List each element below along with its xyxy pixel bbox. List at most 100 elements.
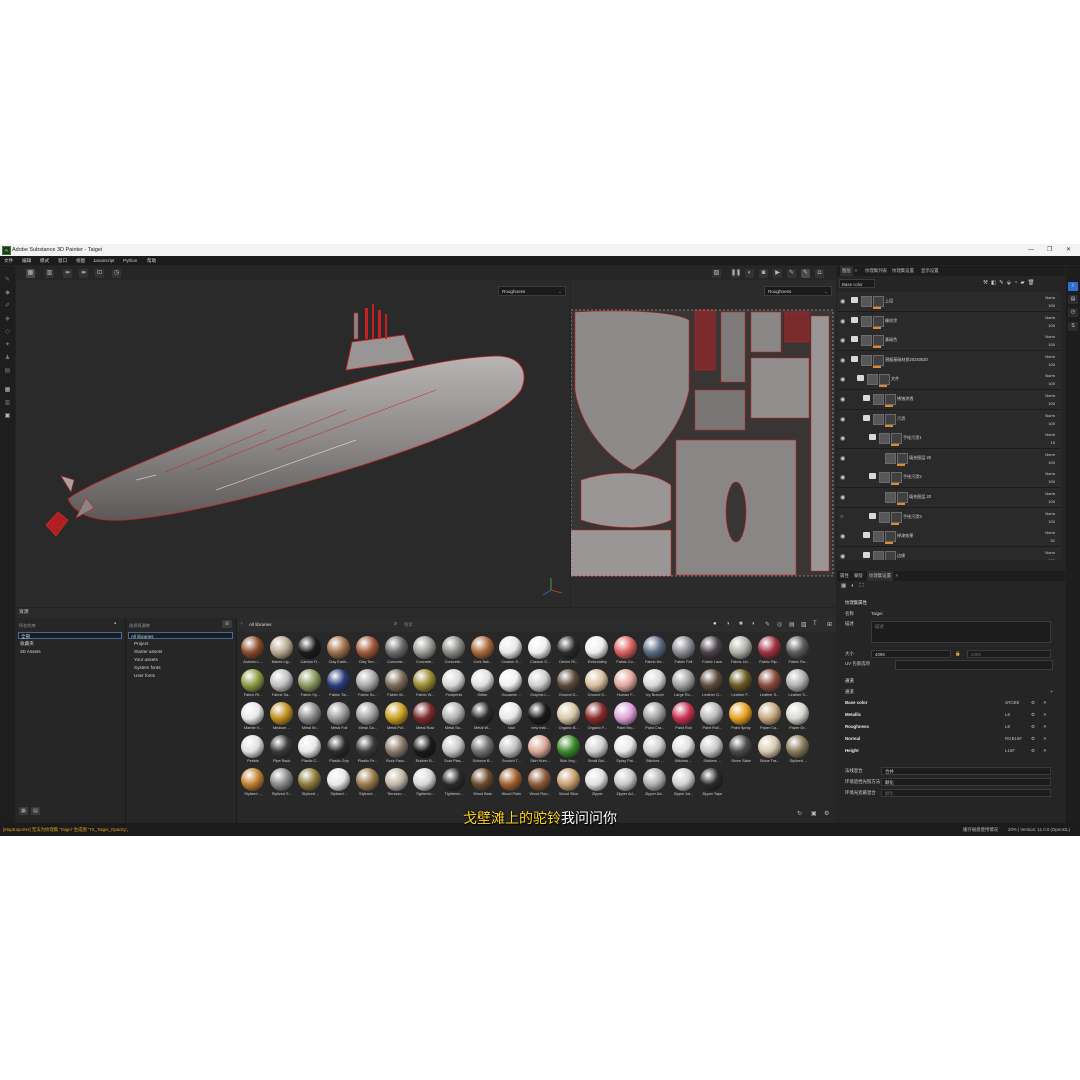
camera-icon[interactable]: ◙	[759, 269, 768, 278]
lock-icon[interactable]: 🔒	[955, 649, 960, 659]
material-tile[interactable]: Zipper Ad...	[670, 768, 698, 800]
bake-toggle-icon[interactable]: ▨	[712, 269, 721, 278]
menu-view[interactable]: 视图	[76, 256, 85, 265]
material-tile[interactable]: Paint Cra...	[641, 702, 669, 734]
material-tile[interactable]: Fabric Ro...	[784, 636, 812, 668]
tab-texture-set-settings-2[interactable]: 纹理集设置	[867, 571, 893, 581]
viewport-2d[interactable]: Roughness ⌄	[571, 280, 836, 607]
resize-icon[interactable]: ⛶	[860, 583, 869, 589]
material-tile[interactable]: Metal Foil	[325, 702, 353, 734]
symmetry-icon[interactable]: ⇹	[63, 269, 72, 278]
material-tile[interactable]: Stylized ...	[784, 735, 812, 767]
layer-row[interactable]: ◉ 掉漆效果 Norm 51	[837, 527, 1061, 548]
menu-javascript[interactable]: JavaScript	[93, 256, 114, 265]
layer-row[interactable]: ◉ 基础色 Norm 100	[837, 331, 1061, 352]
add-effect-icon[interactable]: ⚒	[983, 280, 991, 286]
texture-filter-icon[interactable]: ■	[739, 621, 743, 627]
layer-row[interactable]: ◉ 潜艇基础材质20240520 Norm 100	[837, 350, 1061, 371]
material-tile[interactable]: Metal Rust	[411, 702, 439, 734]
visibility-eye-icon[interactable]: ◉	[840, 337, 845, 344]
channel-row[interactable]: Height L16F ⚙ ✕	[845, 746, 1053, 756]
material-tile[interactable]: Wood Bark	[469, 768, 497, 800]
material-tile[interactable]: Autumn L...	[239, 636, 267, 668]
tab-texture-set-list[interactable]: 纹理集列表	[865, 266, 887, 276]
tab-display-settings[interactable]: 显示设置	[921, 266, 939, 276]
visibility-eye-icon[interactable]: ○	[840, 514, 844, 520]
material-tile[interactable]: Leather G...	[698, 669, 726, 701]
layer-row[interactable]: ◉ 栅纹涂 Norm 100	[837, 311, 1061, 332]
layer-blend[interactable]: Norm 100	[1045, 412, 1055, 428]
menu-file[interactable]: 文件	[4, 256, 13, 265]
font-filter-icon[interactable]: T	[813, 621, 817, 627]
iray-icon[interactable]: ◐	[745, 269, 754, 278]
layers-view-icon[interactable]: ▦	[3, 386, 12, 394]
mask-filter-icon[interactable]: ◐	[752, 621, 756, 627]
material-tile[interactable]: Rubber B...	[411, 735, 439, 767]
visibility-eye-icon[interactable]: ◉	[840, 318, 845, 325]
ao-method-select[interactable]: 颠化	[881, 778, 1051, 786]
material-tile[interactable]: Leather S...	[784, 669, 812, 701]
channel-format[interactable]: L8	[1005, 710, 1010, 720]
channel-row[interactable]: Base color sRGB8 ⚙ ✕	[845, 698, 1053, 708]
material-tile[interactable]: Wood Slice	[555, 768, 583, 800]
material-tile[interactable]: Spray Pai...	[612, 735, 640, 767]
layer-row[interactable]: ◉ 填充图层 20 Norm 100	[837, 488, 1061, 508]
material-tile[interactable]: Fabric Rip...	[756, 636, 784, 668]
material-tile[interactable]: Zipper	[583, 768, 611, 800]
material-tile[interactable]: Ivy Branch	[641, 669, 669, 701]
material-tile[interactable]: Ground S...	[583, 669, 611, 701]
material-tile[interactable]: Stylized ...	[239, 768, 267, 800]
visibility-eye-icon[interactable]: ◉	[840, 494, 845, 501]
channel-format[interactable]: L8	[1005, 722, 1010, 732]
paint-layer-icon[interactable]: ✎	[999, 280, 1007, 286]
uv-wrap-select[interactable]	[895, 660, 1053, 670]
generator-filter-icon[interactable]: ▤	[789, 621, 795, 628]
material-tile[interactable]: Clay Terr...	[354, 636, 382, 668]
screenshot-icon[interactable]: ◘	[815, 269, 824, 278]
material-tile[interactable]: Stitches ...	[670, 735, 698, 767]
substance-icon[interactable]: S	[1068, 322, 1078, 331]
location-all[interactable]: 全部	[18, 632, 122, 639]
save-icon[interactable]: ▪	[114, 621, 116, 627]
share-icon[interactable]: ⇪	[1068, 282, 1078, 291]
library-all-libraries[interactable]: All libraries	[128, 632, 233, 639]
material-tile[interactable]: Fabric Lace	[698, 636, 726, 668]
smart-material-filter-icon[interactable]: ◑	[726, 621, 730, 627]
breadcrumb[interactable]: All libraries	[249, 622, 271, 627]
material-tile[interactable]: Stylized ...	[296, 768, 324, 800]
geometry-fill-icon[interactable]: ◈	[3, 315, 12, 323]
material-tile[interactable]: Plastic Fe...	[354, 735, 382, 767]
channel-row[interactable]: Roughness L8 ⚙ ✕	[845, 722, 1053, 732]
material-tile[interactable]: Tightenin...	[411, 768, 439, 800]
layer-blend[interactable]: Norm 100	[1045, 549, 1055, 560]
split-view-icon[interactable]: ▥	[45, 269, 54, 278]
library-your-assets[interactable]: Your assets	[132, 656, 158, 663]
layer-blend[interactable]: Norm 100	[1045, 314, 1055, 330]
channel-settings-icon[interactable]: ⚙	[1031, 710, 1035, 720]
menu-window[interactable]: 窗口	[58, 256, 67, 265]
material-tile[interactable]: Fabric W...	[411, 669, 439, 701]
add-mask-icon[interactable]: ◧	[991, 280, 999, 286]
material-tile[interactable]: Metal Ga...	[354, 702, 382, 734]
material-tile[interactable]: Marble V...	[239, 702, 267, 734]
material-tile[interactable]: Custom S...	[497, 636, 525, 668]
material-tile[interactable]: Glitter	[469, 669, 497, 701]
filter-icon[interactable]: ⊘	[222, 620, 232, 628]
material-tile[interactable]: Carbon Fi...	[296, 636, 324, 668]
maximize-button[interactable]: ❐	[1047, 244, 1052, 256]
visibility-eye-icon[interactable]: ◉	[840, 298, 845, 305]
material-tile[interactable]: Large Ro...	[670, 669, 698, 701]
document-icon[interactable]: ▣	[3, 412, 12, 420]
picker-icon[interactable]: ♟	[3, 354, 12, 362]
channel-settings-icon[interactable]: ⚙	[1031, 698, 1035, 708]
material-tile[interactable]: Organic F...	[583, 702, 611, 734]
viewport-3d-channel-select[interactable]: Roughness ⌄	[498, 286, 566, 296]
layer-blend[interactable]: Norm 100	[1045, 372, 1055, 388]
material-tile[interactable]: Pipe Rack	[268, 735, 296, 767]
material-tile[interactable]: Denim Ri...	[555, 636, 583, 668]
layer-blend[interactable]: Norm 100	[1045, 333, 1055, 349]
material-tile[interactable]: Fabric Sp...	[296, 669, 324, 701]
material-tile[interactable]: Leather F...	[727, 669, 755, 701]
material-tile[interactable]: Graphic L...	[526, 669, 554, 701]
mirror-icon[interactable]: ⇼	[79, 269, 88, 278]
